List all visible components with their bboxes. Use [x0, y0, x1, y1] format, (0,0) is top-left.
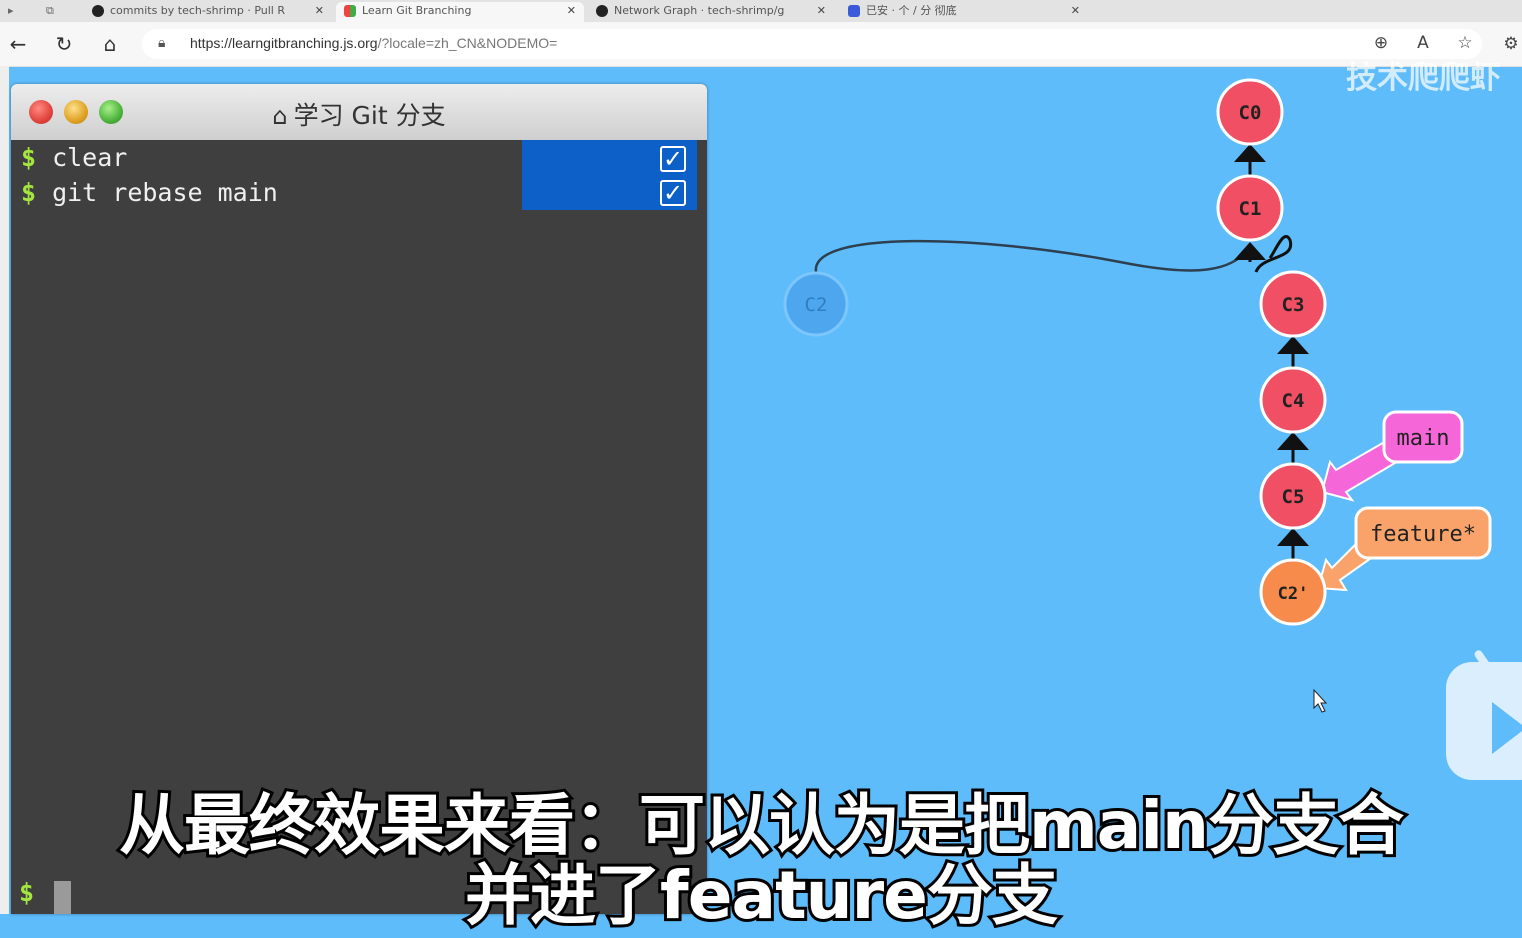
zoom-icon[interactable]: ⊕ [1370, 33, 1392, 53]
tab-label: Learn Git Branching [362, 4, 472, 17]
tab-other[interactable]: 已安 · 个 / 分 彻底 ✕ [840, 2, 1088, 22]
back-arrow-icon[interactable]: ← [6, 32, 30, 56]
arrowhead-icon [1234, 242, 1266, 260]
commit-label: C0 [1239, 102, 1262, 124]
command-history-line: $ clear [21, 141, 127, 175]
doc-icon [848, 5, 860, 17]
commit-label: C3 [1282, 294, 1305, 316]
extensions-icon[interactable]: ⚙ [1500, 34, 1522, 54]
commit-node[interactable]: C3 [1259, 270, 1327, 338]
arrowhead-icon [1277, 528, 1309, 546]
command-text: git rebase main [52, 178, 278, 207]
checkmark-icon: ✓ [660, 180, 686, 206]
command-text: clear [52, 143, 128, 172]
url-text[interactable]: https://learngitbranching.js.org/?locale… [190, 35, 557, 51]
c2-ghost-link [814, 239, 1249, 273]
read-aloud-icon[interactable]: A [1412, 33, 1434, 53]
completed-commands-panel: ✓ ✓ [522, 140, 697, 210]
learngit-icon [344, 5, 356, 17]
url-host: https://learngitbranching.js.org [190, 35, 378, 51]
play-icon [1492, 702, 1522, 754]
close-tab-icon[interactable]: ✕ [315, 2, 324, 20]
commit-label: C5 [1282, 486, 1305, 508]
home-icon: ⌂ [272, 102, 288, 130]
checkmark-icon: ✓ [660, 146, 686, 172]
subtitle-line-2: 并进了feature分支 [462, 854, 1061, 937]
arrowhead-icon [1277, 336, 1309, 354]
tab-actions-icon[interactable]: ▸ [8, 2, 14, 20]
tab-label: 已安 · 个 / 分 彻底 [866, 4, 957, 17]
close-tab-icon[interactable]: ✕ [817, 2, 826, 20]
favorite-star-icon[interactable]: ☆ [1454, 33, 1476, 53]
branch-label-feature[interactable]: feature* [1354, 506, 1492, 560]
command-history-line: $ git rebase main [21, 176, 278, 210]
commit-node[interactable]: C4 [1259, 366, 1327, 434]
prompt-symbol: $ [21, 178, 37, 207]
prompt-symbol: $ [21, 143, 37, 172]
lock-icon[interactable]: 🔒︎ [158, 35, 165, 51]
terminal-title: ⌂ 学习 Git 分支 [11, 96, 707, 132]
home-icon[interactable]: ⌂ [98, 32, 122, 56]
terminal-titlebar: ⌂ 学习 Git 分支 [11, 84, 707, 140]
reload-icon[interactable]: ↻ [52, 32, 76, 56]
terminal-title-text: 学习 Git 分支 [293, 101, 446, 130]
commit-label: C1 [1239, 198, 1262, 220]
tab-github-commits[interactable]: commits by tech-shrimp · Pull R ✕ [84, 2, 332, 22]
close-tab-icon[interactable]: ✕ [567, 2, 576, 20]
branch-name: main [1397, 426, 1450, 451]
tab-controls[interactable]: ▸ ⧉ [8, 2, 74, 22]
url-path: /?locale=zh_CN&NODEMO= [377, 35, 558, 51]
browser-toolbar: ← ↻ ⌂ 🔒︎ https://learngitbranching.js.or… [0, 22, 1522, 67]
branch-name: feature* [1370, 522, 1476, 547]
arrowhead-icon [1277, 432, 1309, 450]
commit-label: C4 [1282, 390, 1305, 412]
commit-node[interactable]: C2' [1259, 558, 1327, 626]
address-bar[interactable]: 🔒︎ https://learngitbranching.js.org/?loc… [142, 29, 1482, 59]
commit-node-ghost[interactable]: C2 [783, 271, 849, 337]
tab-label: Network Graph · tech-shrimp/g [614, 4, 785, 17]
c3-parent-link [1254, 235, 1293, 273]
commit-label: C2' [1278, 584, 1309, 604]
branch-label-main[interactable]: main [1382, 410, 1464, 464]
tab-label: commits by tech-shrimp · Pull R [110, 4, 285, 17]
close-tab-icon[interactable]: ✕ [1071, 2, 1080, 20]
commit-node[interactable]: C5 [1259, 462, 1327, 530]
channel-watermark: 技术爬爬虾 [1346, 60, 1501, 96]
github-icon [596, 5, 608, 17]
commit-node[interactable]: C0 [1216, 78, 1284, 146]
tv-logo-icon [1446, 648, 1522, 780]
commit-label: C2 [805, 294, 828, 316]
github-icon [92, 5, 104, 17]
arrowhead-icon [1234, 144, 1266, 162]
mouse-pointer-icon [1313, 688, 1328, 713]
tab-learn-git-branching[interactable]: Learn Git Branching ✕ [336, 2, 584, 22]
commit-node[interactable]: C1 [1216, 174, 1284, 242]
browser-tab-strip: ▸ ⧉ commits by tech-shrimp · Pull R ✕ Le… [0, 0, 1522, 22]
tab-network-graph[interactable]: Network Graph · tech-shrimp/g ✕ [588, 2, 834, 22]
workspaces-icon[interactable]: ⧉ [46, 2, 54, 20]
